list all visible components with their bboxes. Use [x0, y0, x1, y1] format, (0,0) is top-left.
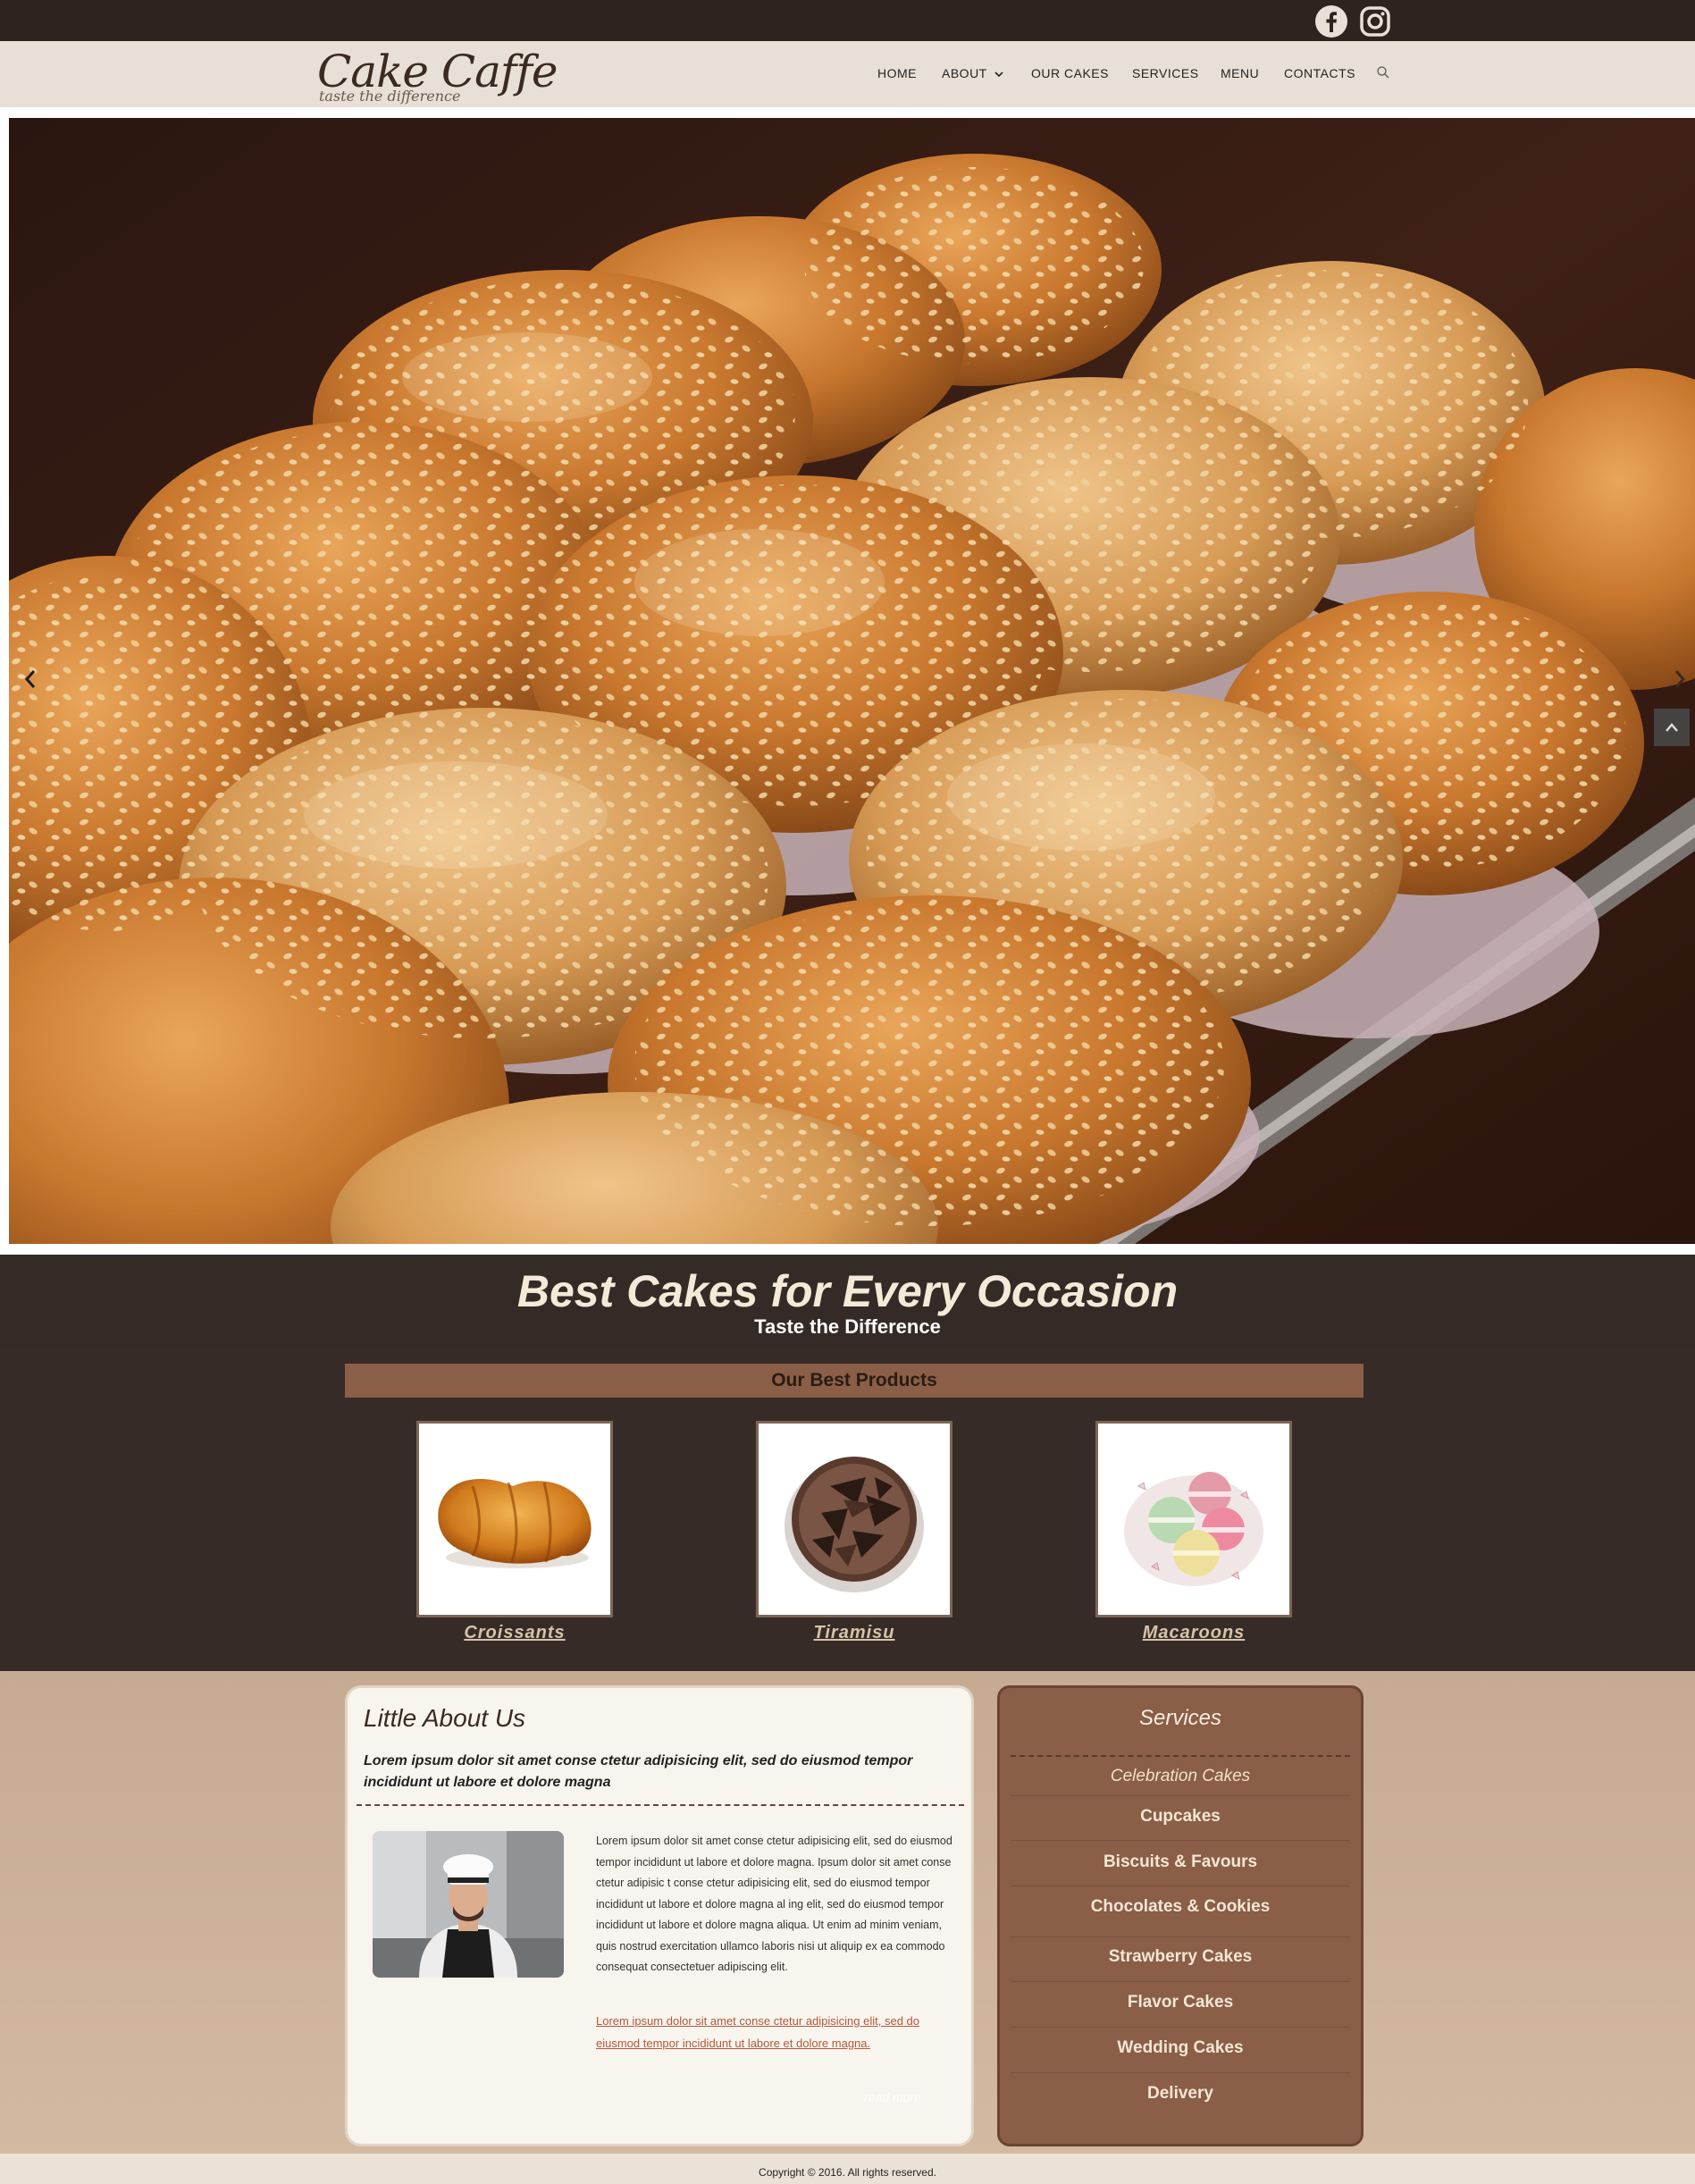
about-body: Lorem ipsum dolor sit amet conse ctetur …	[596, 1835, 952, 1973]
about-lead: Lorem ipsum dolor sit amet conse ctetur …	[364, 1753, 913, 1790]
products-section: Our Best Products Croissants Tiramisu Ma…	[0, 1348, 1695, 1671]
about-title: Little About Us	[364, 1704, 526, 1732]
banner: Best Cakes for Every Occasion Taste the …	[0, 1255, 1695, 1348]
slider-next-icon[interactable]	[1671, 666, 1689, 693]
banner-subtitle: Taste the Difference	[754, 1315, 941, 1338]
product-card-tiramisu[interactable]	[756, 1421, 952, 1617]
service-wedding-cakes[interactable]: Wedding Cakes	[1011, 2038, 1350, 2058]
banner-title: Best Cakes for Every Occasion	[516, 1266, 1179, 1316]
site-logo[interactable]: Cake Caffe taste the difference	[317, 41, 567, 107]
chef-photo	[373, 1831, 564, 1978]
copyright-text: Copyright © 2016. All rights reserved.	[759, 2166, 936, 2179]
divider	[1011, 1755, 1350, 1757]
divider	[1011, 2072, 1350, 2073]
croissant-image	[438, 1479, 592, 1568]
site-header: Cake Caffe taste the difference HOME ABO…	[0, 41, 1695, 107]
product-name-macaroons[interactable]: Macaroons	[1095, 1623, 1292, 1643]
macaroons-image	[1124, 1472, 1263, 1586]
nav-about[interactable]: ABOUT	[942, 66, 1003, 80]
service-cupcakes[interactable]: Cupcakes	[1011, 1807, 1350, 1827]
products-heading: Our Best Products	[345, 1364, 1364, 1398]
services-panel: Services Celebration Cakes Cupcakes Bisc…	[997, 1685, 1364, 2146]
top-bar	[0, 0, 1695, 41]
logo-tagline: taste the difference	[319, 88, 461, 105]
instagram-icon[interactable]	[1357, 4, 1393, 38]
nav-services[interactable]: SERVICES	[1132, 66, 1199, 80]
facebook-icon[interactable]	[1313, 4, 1349, 38]
service-flavor-cakes[interactable]: Flavor Cakes	[1011, 1993, 1350, 2012]
hero-slider[interactable]	[9, 118, 1695, 1244]
about-link[interactable]: Lorem ipsum dolor sit amet conse ctetur …	[596, 2010, 962, 2054]
product-name-croissants[interactable]: Croissants	[416, 1623, 613, 1643]
service-biscuits-favours[interactable]: Biscuits & Favours	[1011, 1852, 1350, 1872]
divider	[1011, 1981, 1350, 1982]
divider	[357, 1804, 964, 1806]
header-divider	[0, 107, 1695, 118]
nav-about-label: ABOUT	[942, 66, 987, 80]
service-chocolates-cookies[interactable]: Chocolates & Cookies	[1011, 1897, 1350, 1917]
chevron-up-icon	[1666, 723, 1678, 732]
service-celebration-cakes[interactable]: Celebration Cakes	[1011, 1767, 1350, 1786]
nav-our-cakes[interactable]: OUR CAKES	[1031, 66, 1109, 80]
scroll-to-top-button[interactable]	[1654, 709, 1690, 746]
read-more-link[interactable]: read more	[864, 2090, 921, 2104]
divider	[1011, 1795, 1350, 1796]
footer: Copyright © 2016. All rights reserved.	[0, 2154, 1695, 2184]
product-card-croissants[interactable]	[416, 1421, 613, 1617]
lower-section: Little About Us Lorem ipsum dolor sit am…	[0, 1671, 1695, 2154]
about-panel: Little About Us Lorem ipsum dolor sit am…	[345, 1685, 974, 2146]
divider	[1011, 2027, 1350, 2028]
product-name-tiramisu[interactable]: Tiramisu	[756, 1623, 952, 1643]
tiramisu-image	[785, 1457, 924, 1592]
service-delivery[interactable]: Delivery	[1011, 2084, 1350, 2104]
nav-contacts[interactable]: CONTACTS	[1284, 66, 1355, 80]
product-card-macaroons[interactable]	[1095, 1421, 1292, 1617]
services-title: Services	[1138, 1706, 1222, 1730]
nav-menu[interactable]: MENU	[1221, 66, 1259, 80]
search-icon[interactable]	[1376, 65, 1390, 80]
divider	[1011, 1936, 1350, 1937]
nav-home[interactable]: HOME	[877, 66, 917, 80]
hero-image	[9, 118, 1695, 1244]
slider-prev-icon[interactable]	[20, 666, 41, 693]
chevron-down-icon	[994, 71, 1003, 78]
divider	[1011, 1840, 1350, 1841]
service-strawberry-cakes[interactable]: Strawberry Cakes	[1011, 1947, 1350, 1967]
